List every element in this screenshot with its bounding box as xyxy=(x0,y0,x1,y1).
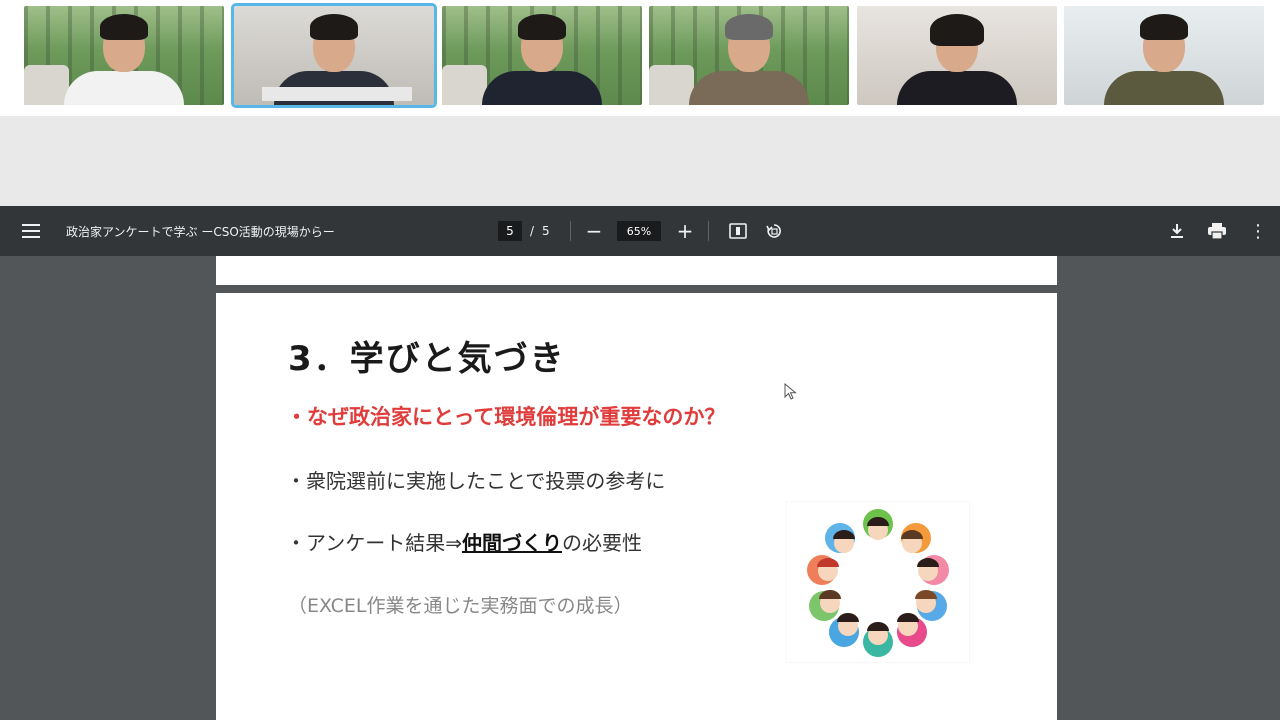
zoom-input[interactable]: 65% xyxy=(617,221,661,241)
zoom-in-button[interactable]: + xyxy=(675,206,695,256)
sofa xyxy=(24,65,69,105)
zoom-out-button[interactable]: − xyxy=(584,206,604,256)
more-options-icon[interactable]: ⋮ xyxy=(1248,206,1268,256)
bullet-emphasis: 仲間づくり xyxy=(461,531,562,555)
bullet-item: ・アンケート結果⇒仲間づくりの必要性 xyxy=(286,527,642,556)
mouse-cursor-icon xyxy=(784,383,797,400)
name-label xyxy=(262,87,412,101)
participant-tile-6[interactable] xyxy=(1064,6,1264,105)
print-icon[interactable] xyxy=(1207,206,1227,256)
participant-tile-3[interactable] xyxy=(442,6,642,105)
previous-page xyxy=(216,256,1057,285)
pdf-viewer[interactable]: 3．学びと気づき ・なぜ政治家にとって環境倫理が重要なのか？ ・衆院選前に実施し… xyxy=(0,256,1280,720)
bullet-highlight: ・なぜ政治家にとって環境倫理が重要なのか？ xyxy=(286,405,726,429)
bullet-text: ・アンケート結果⇒ xyxy=(286,531,462,555)
sofa xyxy=(442,65,487,105)
fit-page-icon[interactable] xyxy=(728,206,748,256)
participant-tile-5[interactable] xyxy=(857,6,1057,105)
participant-video xyxy=(64,6,184,105)
children-circle-illustration xyxy=(786,501,970,663)
sofa xyxy=(649,65,694,105)
pdf-toolbar-controls: − 65% + ⋮ xyxy=(0,206,1280,256)
participant-tile-2[interactable] xyxy=(231,3,437,108)
zoom-level: 65% xyxy=(617,206,661,256)
participant-video xyxy=(897,6,1017,105)
bullet-text: の必要性 xyxy=(561,531,642,555)
toolbar-divider xyxy=(708,221,709,241)
participant-video xyxy=(689,6,809,105)
download-icon[interactable] xyxy=(1167,206,1187,256)
participant-video xyxy=(482,6,602,105)
pdf-page: 3．学びと気づき ・なぜ政治家にとって環境倫理が重要なのか？ ・衆院選前に実施し… xyxy=(216,293,1057,720)
bullet-item: ・衆院選前に実施したことで投票の参考に xyxy=(286,469,666,493)
participant-video xyxy=(1104,6,1224,105)
participant-tile-4[interactable] xyxy=(649,6,849,105)
sub-note: （EXCEL作業を通じた実務面での成長） xyxy=(288,595,633,617)
participant-strip xyxy=(0,0,1280,116)
slide-title: 3．学びと気づき xyxy=(288,339,566,379)
rotate-icon[interactable] xyxy=(764,206,784,256)
participant-tile-1[interactable] xyxy=(24,6,224,105)
